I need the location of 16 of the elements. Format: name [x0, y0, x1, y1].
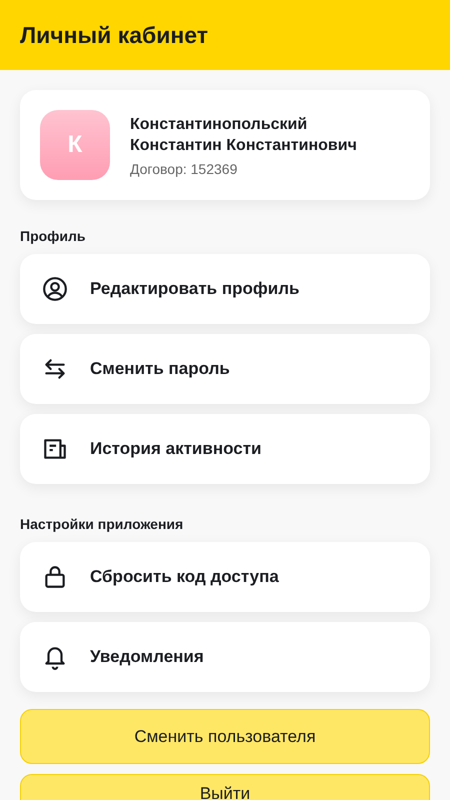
contract-number: Договор: 152369	[130, 160, 238, 176]
user-icon	[42, 276, 68, 302]
user-name: Константин Константинович	[130, 136, 357, 156]
menu-item[interactable]: Сбросить код доступа	[20, 542, 430, 612]
section-title: Настройки приложения	[20, 516, 184, 532]
action-button[interactable]: Выйти	[20, 774, 430, 800]
swap-arrows-icon	[42, 356, 68, 382]
action-button[interactable]: Сменить пользователя	[20, 709, 430, 764]
avatar: К	[40, 110, 110, 180]
user-name: Константинопольский	[130, 114, 308, 134]
page-title: Личный кабинет	[20, 22, 208, 48]
section-title: Профиль	[20, 228, 87, 244]
menu-item[interactable]: Редактировать профиль	[20, 254, 430, 324]
menu-item[interactable]: Сменить пароль	[20, 334, 430, 404]
menu-item[interactable]: Уведомления	[20, 622, 430, 692]
menu-item[interactable]: История активности	[20, 414, 430, 484]
